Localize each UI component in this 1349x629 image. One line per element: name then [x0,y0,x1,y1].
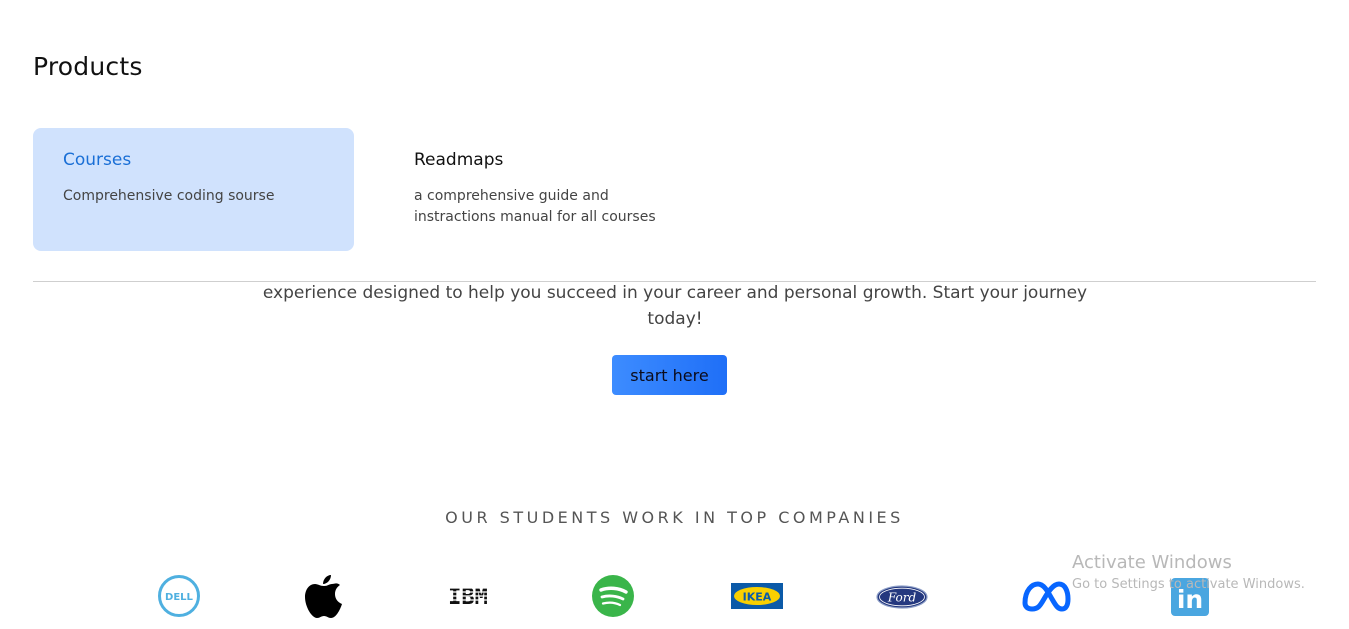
page: Products Courses Comprehensive coding so… [0,0,1349,629]
product-card-courses[interactable]: Courses Comprehensive coding sourse [33,128,354,251]
card-title: Readmaps [414,150,504,170]
dell-logo-text: DELL [165,592,194,603]
product-card-readmaps[interactable]: Readmaps a comprehensive guide and instr… [384,128,705,251]
watermark-title: Activate Windows [1072,552,1232,573]
ford-logo-text: Ford [887,591,917,605]
apple-logo-icon [302,570,346,620]
start-here-button[interactable]: start here [612,355,727,395]
dell-logo-icon: DELL [157,574,201,618]
ibm-logo-icon: IBM [441,582,495,610]
companies-heading: OUR STUDENTS WORK IN TOP COMPANIES [445,508,904,527]
card-description: a comprehensive guide and instractions m… [414,188,656,225]
ikea-logo-icon: IKEA [731,583,783,609]
ibm-logo-text: IBM [448,585,488,610]
card-description: Comprehensive coding sourse [63,188,275,204]
card-title: Courses [63,150,132,170]
linkedin-logo-text: in [1177,585,1203,614]
linkedin-logo-icon: in [1170,577,1210,617]
hero-text: experience designed to help you succeed … [262,283,1088,329]
spotify-logo-icon [591,574,635,618]
ikea-logo-text: IKEA [743,591,772,604]
meta-logo-icon [1020,578,1072,614]
ford-logo-icon: Ford [875,584,929,610]
products-title: Products [33,52,143,81]
